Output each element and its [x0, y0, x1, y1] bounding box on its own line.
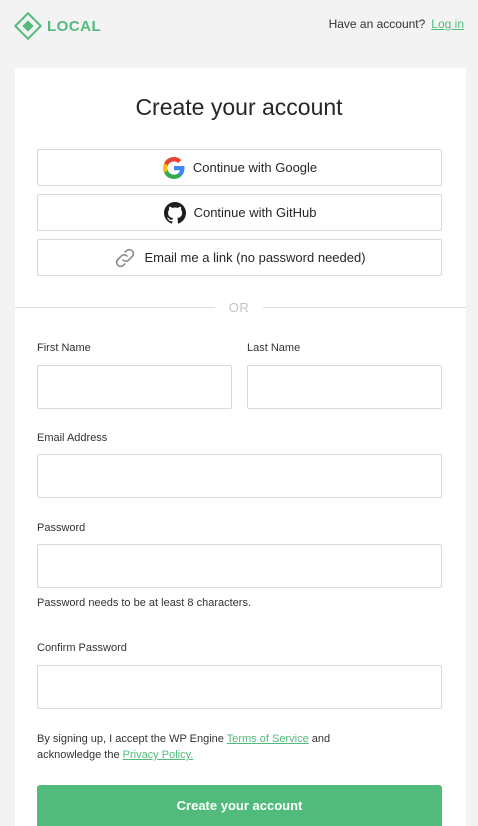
- link-icon: [113, 246, 137, 270]
- github-icon: [163, 201, 187, 225]
- github-signin-label: Continue with GitHub: [193, 205, 317, 220]
- google-signin-button[interactable]: Continue with Google: [37, 149, 442, 186]
- login-prompt: Have an account? Log in: [329, 17, 464, 31]
- email-input[interactable]: [37, 454, 442, 498]
- password-input[interactable]: [37, 544, 442, 588]
- github-signin-button[interactable]: Continue with GitHub: [37, 194, 442, 231]
- last-name-label: Last Name: [247, 342, 301, 354]
- legal-text: By signing up, I accept the WP Engine Te…: [37, 731, 337, 763]
- terms-link[interactable]: Terms of Service: [227, 733, 309, 745]
- last-name-input[interactable]: [247, 365, 442, 409]
- password-label: Password: [37, 522, 86, 534]
- divider-right: [263, 307, 466, 308]
- brand-name: LOCAL: [47, 17, 102, 35]
- google-signin-label: Continue with Google: [192, 160, 318, 175]
- local-logo-icon: [14, 12, 42, 40]
- first-name-input[interactable]: [37, 365, 232, 409]
- legal-prefix: By signing up, I accept the WP Engine: [37, 733, 227, 745]
- first-name-label: First Name: [37, 342, 91, 354]
- login-link[interactable]: Log in: [431, 17, 464, 31]
- confirm-password-label: Confirm Password: [37, 642, 127, 654]
- privacy-link[interactable]: Privacy Policy.: [123, 749, 194, 761]
- google-icon: [162, 156, 186, 180]
- brand-logo[interactable]: LOCAL: [14, 12, 101, 40]
- confirm-password-input[interactable]: [37, 665, 442, 709]
- create-account-button[interactable]: Create your account: [37, 785, 442, 826]
- login-prompt-text: Have an account?: [328, 17, 426, 31]
- top-bar: LOCAL Have an account? Log in: [0, 0, 478, 52]
- page-title: Create your account: [135, 94, 343, 120]
- password-hint: Password needs to be at least 8 characte…: [37, 597, 252, 609]
- email-label: Email Address: [37, 432, 108, 444]
- email-link-button[interactable]: Email me a link (no password needed): [37, 239, 442, 276]
- email-link-label: Email me a link (no password needed): [144, 250, 366, 265]
